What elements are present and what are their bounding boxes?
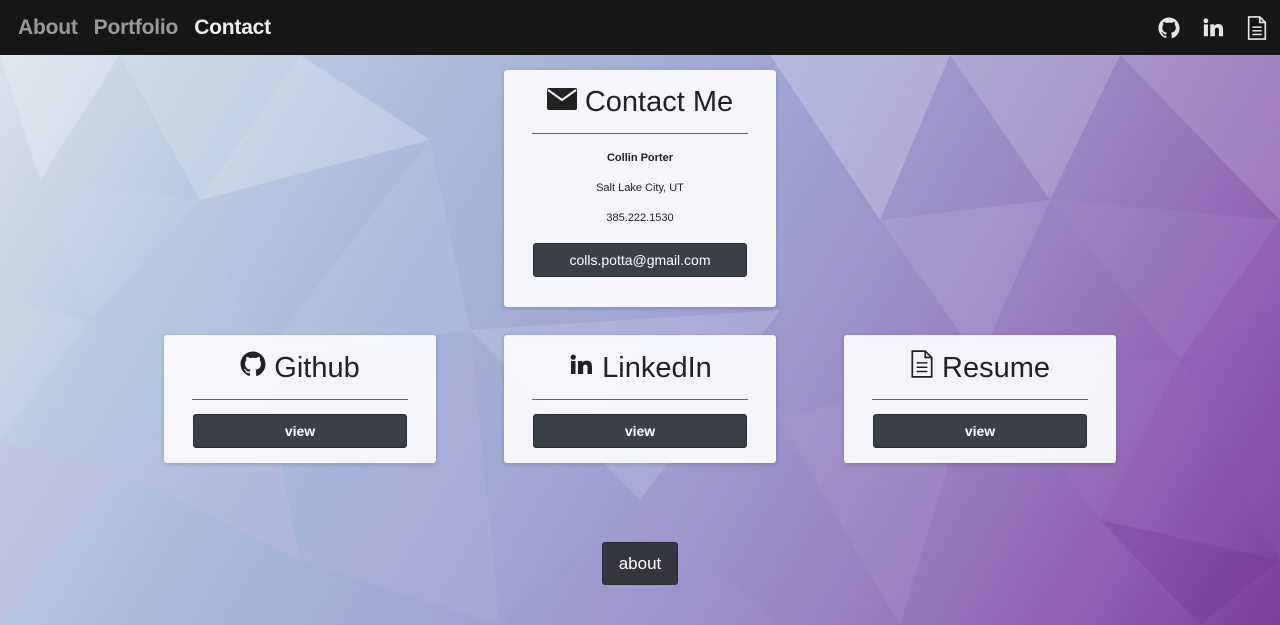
github-card-title-text: Github [274, 351, 360, 384]
github-card-title: Github [164, 348, 436, 388]
linkedin-view-button[interactable]: view [533, 414, 747, 448]
github-icon[interactable] [1156, 15, 1182, 41]
linkedin-card-title: LinkedIn [504, 348, 776, 388]
linkedin-divider [532, 399, 748, 400]
about-button[interactable]: about [602, 542, 678, 585]
linkedin-icon[interactable] [1200, 15, 1226, 41]
contact-title-text: Contact Me [584, 85, 734, 118]
nav-social-icons [1156, 0, 1270, 55]
linkedin-card-title-text: LinkedIn [602, 351, 712, 384]
github-view-button[interactable]: view [193, 414, 407, 448]
nav-links: About Portfolio Contact [18, 0, 271, 55]
contact-phone: 385.222.1530 [606, 212, 674, 224]
github-divider [192, 399, 408, 400]
linkedin-icon [568, 352, 594, 385]
contact-name: Collin Porter [606, 152, 673, 164]
contact-title: Contact Me [504, 82, 776, 122]
nav-link-portfolio[interactable]: Portfolio [94, 16, 179, 40]
envelope-icon [546, 86, 577, 119]
contact-divider [532, 133, 748, 134]
contact-city: Salt Lake City, UT [596, 182, 684, 194]
top-navbar: About Portfolio Contact [0, 0, 1280, 55]
nav-link-about[interactable]: About [18, 16, 78, 40]
contact-card: Contact Me Collin Porter Salt Lake City,… [504, 70, 776, 307]
github-icon [240, 351, 266, 385]
email-button[interactable]: colls.potta@gmail.com [533, 243, 747, 277]
resume-card: Resume view [844, 335, 1116, 463]
document-icon [910, 350, 934, 386]
resume-card-title-text: Resume [942, 351, 1050, 384]
resume-card-title: Resume [844, 348, 1116, 388]
github-card: Github view [164, 335, 436, 463]
nav-link-contact[interactable]: Contact [194, 16, 271, 40]
document-icon[interactable] [1244, 15, 1270, 41]
resume-divider [872, 399, 1088, 400]
linkedin-card: LinkedIn view [504, 335, 776, 463]
resume-view-button[interactable]: view [873, 414, 1087, 448]
